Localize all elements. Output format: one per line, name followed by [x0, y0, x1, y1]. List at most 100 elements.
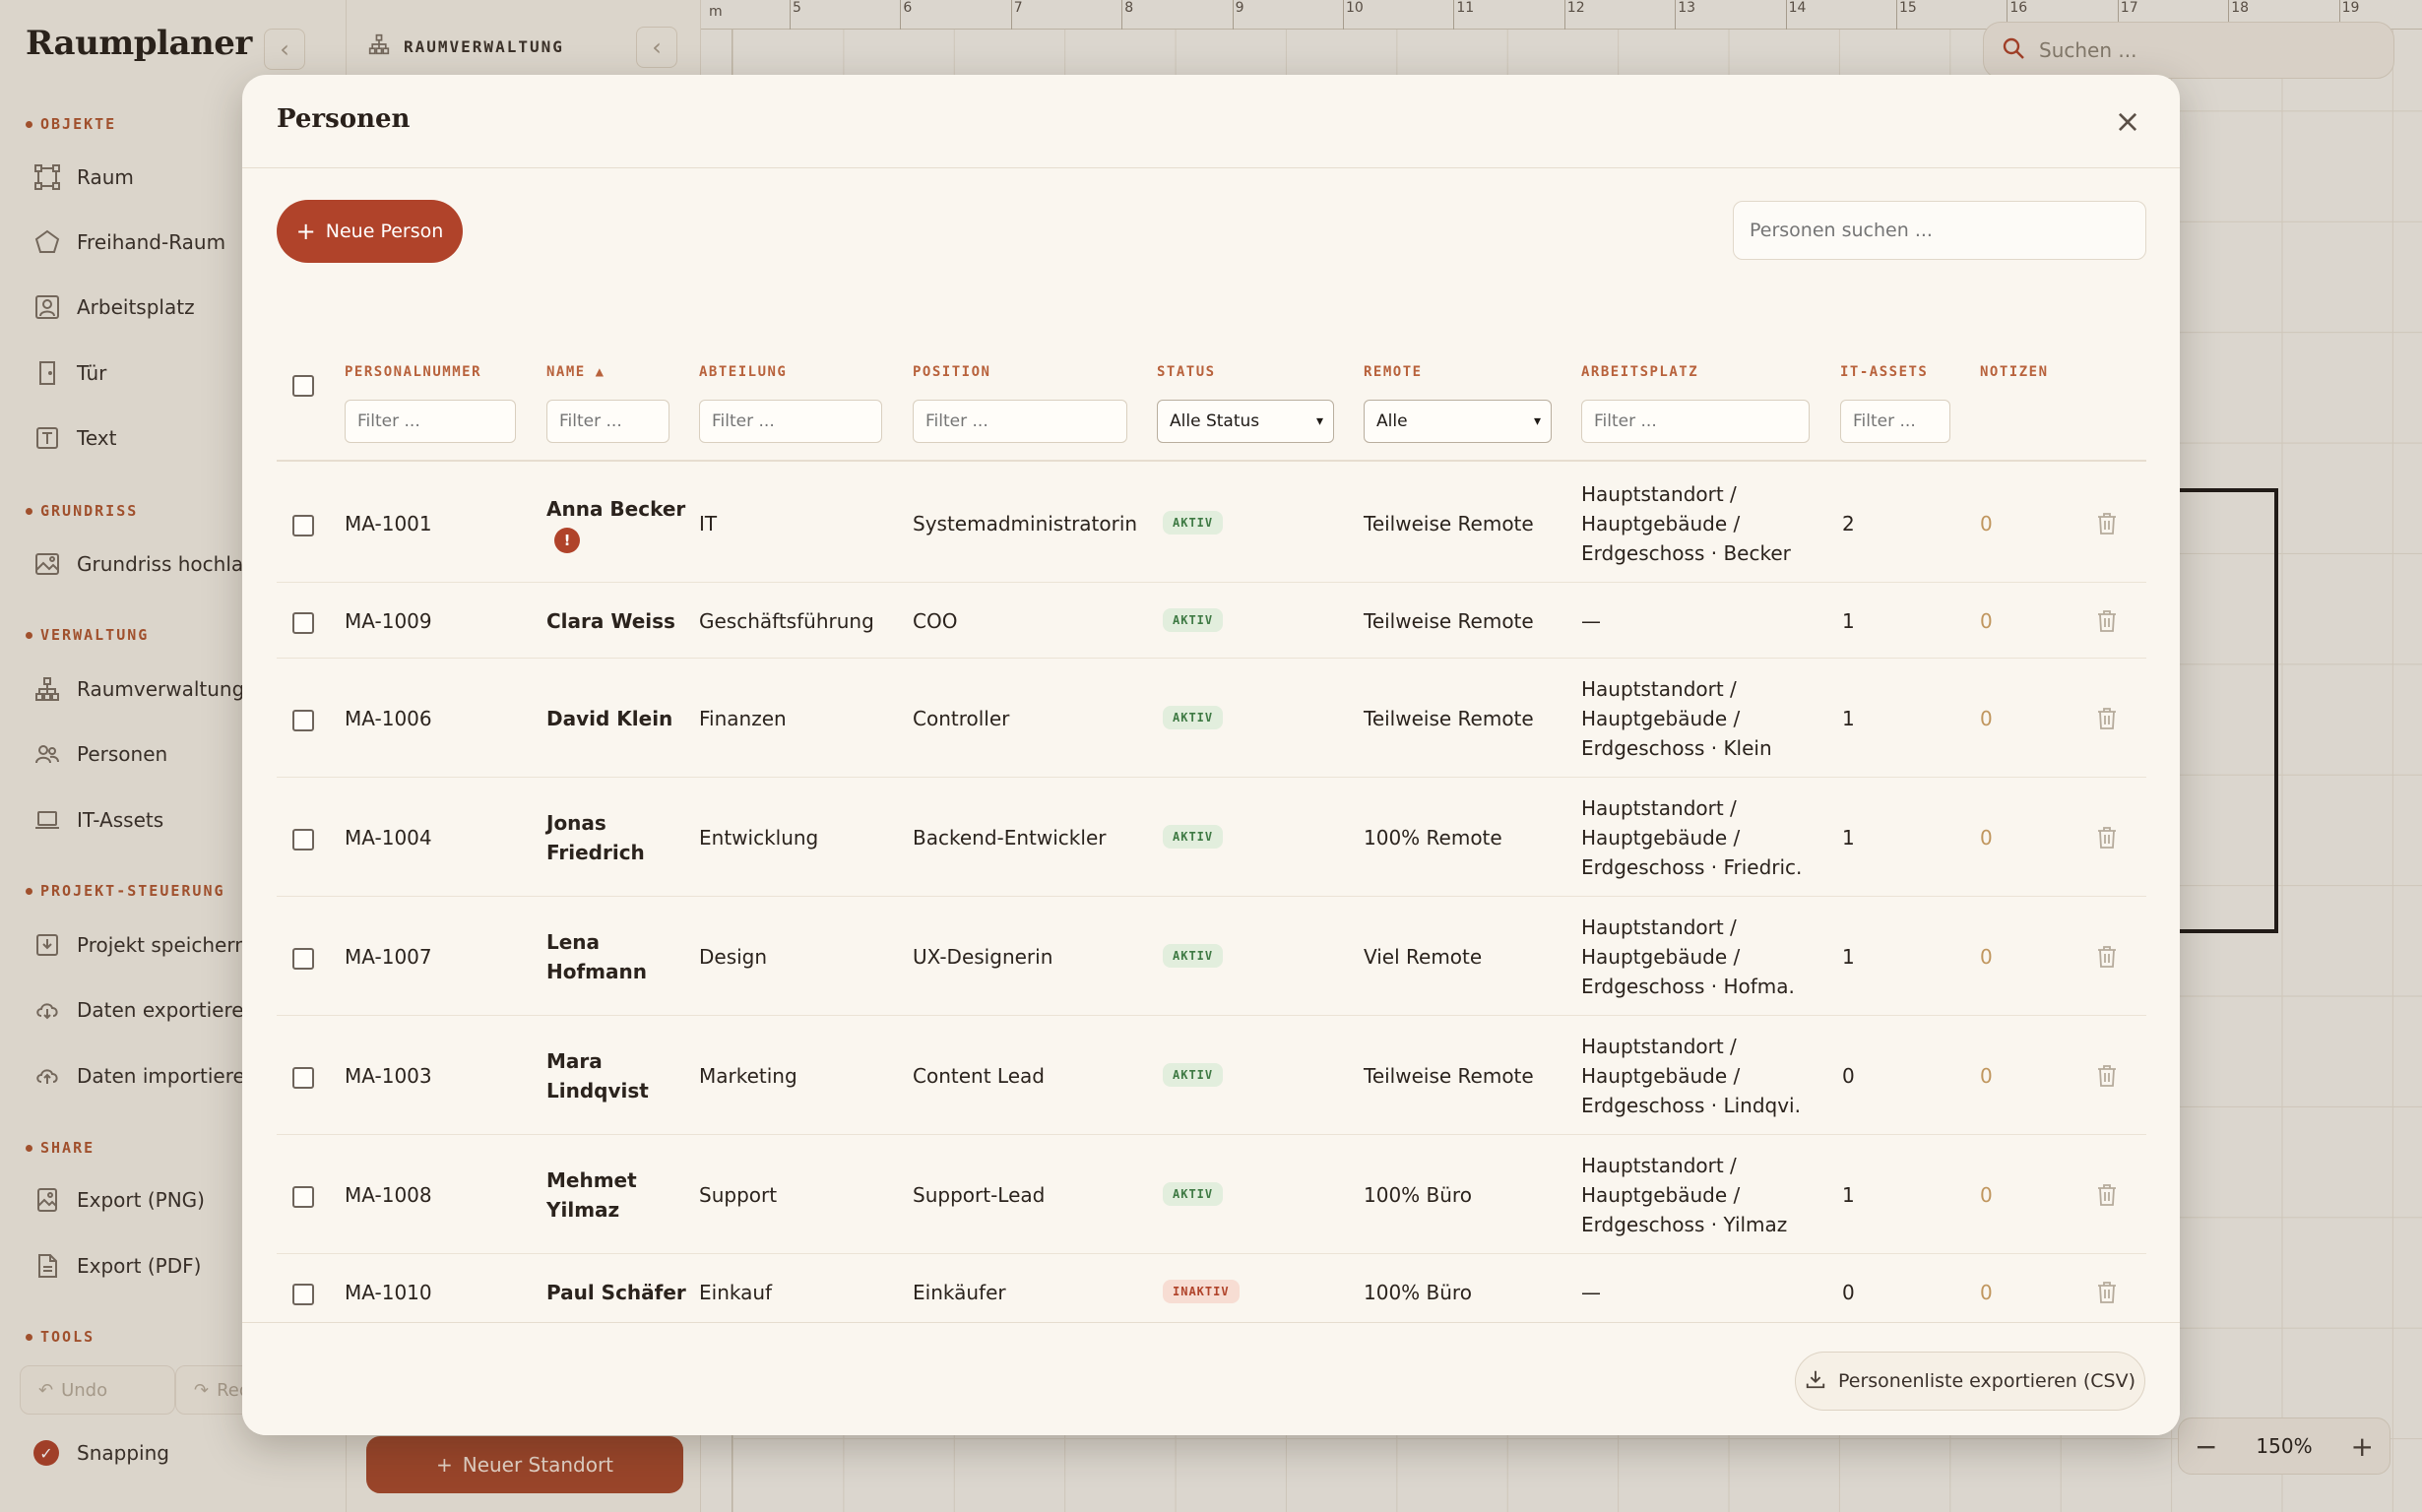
- cell-name[interactable]: Mehmet Yilmaz: [546, 1166, 637, 1225]
- trash-icon[interactable]: [2096, 1064, 2118, 1088]
- trash-icon[interactable]: [2096, 1183, 2118, 1207]
- cell-remote: 100% Büro: [1364, 1182, 1472, 1207]
- modal-header: Personen ×: [242, 75, 2180, 168]
- cell-position: Backend-Entwickler: [913, 825, 1107, 850]
- cell-name[interactable]: Jonas Friedrich: [546, 808, 645, 867]
- cell-arbeitsplatz: Hauptstandort / Hauptgebäude / Erdgeschoss…: [1581, 481, 1791, 565]
- cell-notizen[interactable]: 0: [1980, 704, 1993, 733]
- col-name[interactable]: NAME ▲: [546, 364, 606, 380]
- table-row[interactable]: MA-1010 Paul Schäfer Einkauf Einkäufer INAKT…: [277, 1254, 2146, 1330]
- trash-icon[interactable]: [2096, 609, 2118, 633]
- cell-name[interactable]: Lena Hofmann: [546, 927, 647, 986]
- filter-arbeitsplatz[interactable]: [1581, 400, 1810, 443]
- table-row[interactable]: MA-1001 Anna Becker! IT Systemadministrator…: [277, 464, 2146, 583]
- col-abteilung[interactable]: ABTEILUNG: [699, 364, 787, 380]
- trash-icon[interactable]: [2096, 707, 2118, 730]
- table-row[interactable]: MA-1004 Jonas Friedrich Entwicklung Backend-…: [277, 778, 2146, 897]
- cell-position: Systemadministratorin: [913, 511, 1138, 536]
- select-all-checkbox[interactable]: [292, 375, 314, 397]
- table-row[interactable]: MA-1003 Mara Lindqvist Marketing Content Lea…: [277, 1016, 2146, 1135]
- table-row[interactable]: MA-1006 David Klein Finanzen Controller AKTI…: [277, 659, 2146, 778]
- close-icon[interactable]: ×: [2111, 102, 2144, 140]
- cell-it-assets: 2: [1842, 511, 1855, 536]
- cell-position: Support-Lead: [913, 1182, 1046, 1207]
- status-badge: AKTIV: [1163, 943, 1224, 968]
- row-checkbox[interactable]: [292, 709, 314, 731]
- row-checkbox[interactable]: [292, 828, 314, 850]
- new-person-button[interactable]: + Neue Person: [277, 200, 463, 263]
- cell-remote: 100% Remote: [1364, 825, 1502, 850]
- cell-name[interactable]: David Klein: [546, 704, 672, 733]
- persons-table: PERSONALNUMMER NAME ▲ ABTEILUNG POSITION…: [277, 272, 2146, 1397]
- cell-arbeitsplatz: Hauptstandort / Hauptgebäude / Erdgeschoss…: [1581, 1153, 1788, 1236]
- cell-abteilung: Entwicklung: [699, 825, 819, 850]
- trash-icon[interactable]: [2096, 512, 2118, 536]
- col-arbeitsplatz[interactable]: ARBEITSPLATZ: [1581, 364, 1698, 380]
- cell-personalnummer: MA-1006: [345, 706, 432, 730]
- export-csv-button[interactable]: Personenliste exportieren (CSV): [1795, 1352, 2145, 1411]
- cell-notizen[interactable]: 0: [1980, 1278, 1993, 1307]
- cell-it-assets: 1: [1842, 944, 1855, 969]
- filter-position[interactable]: [913, 400, 1127, 443]
- cell-notizen[interactable]: 0: [1980, 1061, 1993, 1091]
- cell-name[interactable]: Anna Becker!: [546, 494, 685, 553]
- filter-abteilung[interactable]: [699, 400, 882, 443]
- cell-personalnummer: MA-1004: [345, 825, 432, 850]
- cell-it-assets: 0: [1842, 1280, 1855, 1304]
- cell-position: Content Lead: [913, 1063, 1045, 1088]
- modal-title: Personen: [277, 104, 411, 134]
- status-badge: AKTIV: [1163, 1181, 1224, 1206]
- cell-personalnummer: MA-1001: [345, 511, 432, 536]
- col-remote[interactable]: REMOTE: [1364, 364, 1423, 380]
- row-checkbox[interactable]: [292, 514, 314, 536]
- table-row[interactable]: MA-1007 Lena Hofmann Design UX-Designerin AKT…: [277, 897, 2146, 1016]
- col-notizen[interactable]: NOTIZEN: [1980, 364, 2049, 380]
- col-personalnummer[interactable]: PERSONALNUMMER: [345, 364, 481, 380]
- cell-notizen[interactable]: 0: [1980, 942, 1993, 972]
- col-it-assets[interactable]: IT-ASSETS: [1840, 364, 1928, 380]
- cell-personalnummer: MA-1010: [345, 1280, 432, 1304]
- table-row[interactable]: MA-1009 Clara Weiss Geschäftsführung COO AKT…: [277, 583, 2146, 659]
- modal-footer: Personenliste exportieren (CSV): [242, 1322, 2180, 1435]
- download-icon: [1805, 1368, 1826, 1395]
- alert-icon[interactable]: !: [554, 527, 580, 553]
- trash-icon[interactable]: [2096, 826, 2118, 850]
- cell-notizen[interactable]: 0: [1980, 606, 1993, 636]
- trash-icon[interactable]: [2096, 945, 2118, 969]
- chevron-down-icon: ▾: [1533, 413, 1541, 429]
- cell-name[interactable]: Paul Schäfer: [546, 1278, 686, 1307]
- table-row[interactable]: MA-1008 Mehmet Yilmaz Support Support-Lead AK…: [277, 1135, 2146, 1254]
- row-checkbox[interactable]: [292, 947, 314, 970]
- col-status[interactable]: STATUS: [1157, 364, 1216, 380]
- cell-abteilung: Finanzen: [699, 706, 787, 730]
- cell-notizen[interactable]: 0: [1980, 509, 1993, 538]
- row-checkbox[interactable]: [292, 1066, 314, 1089]
- filter-personalnummer[interactable]: [345, 400, 516, 443]
- row-checkbox[interactable]: [292, 1283, 314, 1305]
- person-search-input[interactable]: [1733, 201, 2146, 260]
- cell-abteilung: IT: [699, 511, 718, 536]
- cell-name[interactable]: Mara Lindqvist: [546, 1046, 649, 1105]
- status-badge: AKTIV: [1163, 607, 1224, 632]
- row-checkbox[interactable]: [292, 611, 314, 634]
- cell-abteilung: Support: [699, 1182, 778, 1207]
- cell-personalnummer: MA-1007: [345, 944, 432, 969]
- cell-remote: Teilweise Remote: [1364, 1063, 1534, 1088]
- cell-notizen[interactable]: 0: [1980, 823, 1993, 852]
- filter-name[interactable]: [546, 400, 669, 443]
- row-checkbox[interactable]: [292, 1185, 314, 1208]
- filter-remote-select[interactable]: Alle ▾: [1364, 400, 1552, 443]
- table-header: PERSONALNUMMER NAME ▲ ABTEILUNG POSITION…: [277, 272, 2146, 462]
- cell-it-assets: 0: [1842, 1063, 1855, 1088]
- filter-status-select[interactable]: Alle Status ▾: [1157, 400, 1334, 443]
- filter-it-assets[interactable]: [1840, 400, 1950, 443]
- cell-remote: 100% Büro: [1364, 1280, 1472, 1304]
- cell-name[interactable]: Clara Weiss: [546, 606, 675, 636]
- cell-personalnummer: MA-1008: [345, 1182, 432, 1207]
- cell-arbeitsplatz: Hauptstandort / Hauptgebäude / Erdgeschoss…: [1581, 795, 1803, 879]
- trash-icon[interactable]: [2096, 1281, 2118, 1304]
- cell-personalnummer: MA-1009: [345, 608, 432, 633]
- cell-notizen[interactable]: 0: [1980, 1180, 1993, 1210]
- cell-position: Einkäufer: [913, 1280, 1006, 1304]
- col-position[interactable]: POSITION: [913, 364, 990, 380]
